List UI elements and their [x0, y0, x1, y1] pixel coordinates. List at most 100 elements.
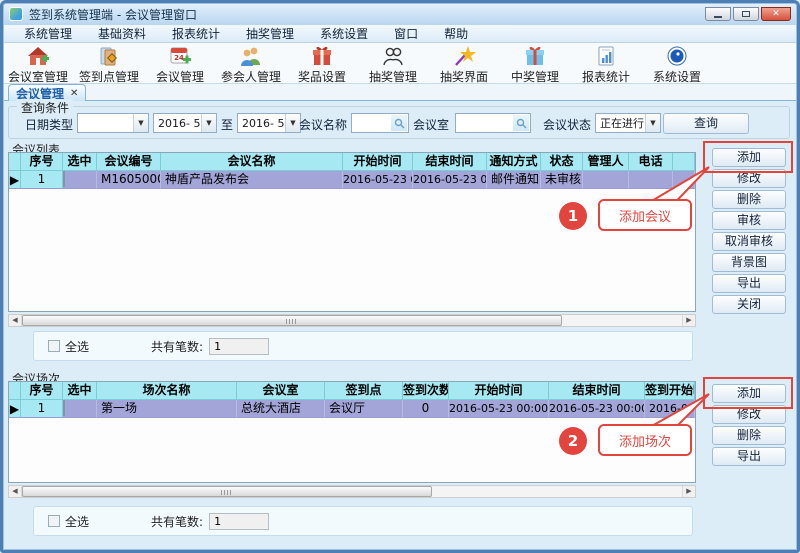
meeting-cancel-audit-button[interactable]: 取消审核 — [712, 232, 786, 251]
tab-close-icon[interactable]: ✕ — [70, 88, 78, 99]
session-export-button[interactable]: 导出 — [712, 447, 786, 466]
column-header[interactable]: 状态 — [541, 153, 583, 171]
toolbar-item-winner-mgmt[interactable]: 中奖管理 — [504, 45, 566, 85]
column-header[interactable]: 会议编号 — [97, 153, 161, 171]
callout-add-session: 添加场次 — [598, 424, 692, 456]
column-header[interactable]: 场次名称 — [97, 382, 237, 400]
magic-wand-icon — [452, 45, 476, 67]
chevron-down-icon: ▼ — [133, 114, 148, 132]
status-select[interactable]: 正在进行 ▼ — [595, 113, 661, 133]
toolbar-label: 会议管理 — [156, 68, 204, 85]
maximize-button[interactable] — [733, 7, 759, 21]
column-header[interactable]: 开始时间 — [449, 382, 549, 400]
total-count-field[interactable] — [209, 338, 269, 355]
toolbar-label: 抽奖界面 — [440, 68, 488, 85]
meeting-export-button[interactable]: 导出 — [712, 274, 786, 293]
sessions-hscrollbar[interactable]: ◀ ▶ — [8, 485, 696, 498]
row-checkbox[interactable] — [63, 171, 65, 187]
chevron-down-icon: ▼ — [285, 114, 300, 132]
toolbar-item-lottery-ui[interactable]: 抽奖界面 — [433, 45, 495, 85]
column-header[interactable]: 会议室 — [237, 382, 325, 400]
column-header[interactable]: 通知方式 — [487, 153, 541, 171]
toolbar-item-prize-setting[interactable]: 奖品设置 — [291, 45, 353, 85]
toolbar-item-lottery-mgmt[interactable]: 抽奖管理 — [362, 45, 424, 85]
meeting-name-input[interactable] — [352, 115, 391, 131]
menu-item-help[interactable]: 帮助 — [431, 25, 481, 42]
query-groupbox: 查询条件 日期类型 ▼ 2016- 5- 1 ▼ 至 2016- 5-23 ▼ … — [8, 106, 790, 139]
table-row[interactable]: ▶ 1 M16050001 神盾产品发布会 2016-05-23 00:00 2… — [9, 171, 695, 189]
search-button[interactable]: 查询 — [663, 113, 749, 134]
search-icon[interactable] — [513, 115, 529, 131]
close-button[interactable]: ✕ — [761, 7, 791, 21]
session-edit-button[interactable]: 修改 — [712, 405, 786, 424]
column-header[interactable]: 结束时间 — [549, 382, 645, 400]
menu-item-window[interactable]: 窗口 — [381, 25, 431, 42]
select-all-checkbox[interactable] — [48, 340, 60, 352]
menu-item-system-mgmt[interactable]: 系统管理 — [11, 25, 85, 42]
menu-item-lottery-mgmt[interactable]: 抽奖管理 — [233, 25, 307, 42]
session-delete-button[interactable]: 删除 — [712, 426, 786, 445]
scroll-left-icon[interactable]: ◀ — [9, 486, 22, 497]
select-all-label: 全选 — [65, 513, 89, 530]
select-all-checkbox[interactable] — [48, 515, 60, 527]
column-header[interactable]: 签到点 — [325, 382, 403, 400]
minimize-button[interactable] — [705, 7, 731, 21]
total-count-label: 共有笔数: — [151, 513, 203, 530]
session-add-button[interactable]: 添加 — [712, 384, 786, 403]
column-header[interactable]: 开始时间 — [343, 153, 413, 171]
toolbar-item-meeting-mgmt[interactable]: 24 会议管理 — [149, 45, 211, 85]
column-header[interactable]: 序号 — [21, 382, 63, 400]
toolbar-item-attendees[interactable]: 参会人管理 — [220, 45, 282, 85]
column-header[interactable]: 选中 — [63, 153, 97, 171]
row-checkbox[interactable] — [63, 400, 65, 416]
column-header[interactable]: 管理人 — [583, 153, 629, 171]
meeting-edit-button[interactable]: 修改 — [712, 169, 786, 188]
menu-item-basic-data[interactable]: 基础资料 — [85, 25, 159, 42]
room-input[interactable] — [456, 115, 513, 131]
scroll-left-icon[interactable]: ◀ — [9, 315, 22, 326]
scroll-right-icon[interactable]: ▶ — [682, 315, 695, 326]
scrollbar-thumb[interactable] — [22, 486, 432, 497]
meeting-delete-button[interactable]: 删除 — [712, 190, 786, 209]
column-header[interactable]: 签到次数 — [403, 382, 449, 400]
status-label: 会议状态 — [543, 116, 591, 133]
menu-item-report-stats[interactable]: 报表统计 — [159, 25, 233, 42]
meetings-table: 序号 选中 会议编号 会议名称 开始时间 结束时间 通知方式 状态 管理人 电话… — [8, 152, 696, 312]
toolbar-label: 参会人管理 — [221, 68, 281, 85]
search-icon[interactable] — [391, 115, 407, 131]
table-row[interactable]: ▶ 1 第一场 总统大酒店 会议厅 0 2016-05-23 00:00 201… — [9, 400, 695, 418]
maximize-icon — [742, 11, 750, 17]
date-to-picker[interactable]: 2016- 5-23 ▼ — [237, 113, 301, 133]
date-type-select[interactable]: ▼ — [77, 113, 149, 133]
scroll-right-icon[interactable]: ▶ — [682, 486, 695, 497]
column-header[interactable]: 会议名称 — [161, 153, 343, 171]
meeting-close-button[interactable]: 关闭 — [712, 295, 786, 314]
chevron-down-icon: ▼ — [645, 114, 660, 132]
column-header[interactable]: 序号 — [21, 153, 63, 171]
toolbar-item-system-settings[interactable]: 系统设置 — [646, 45, 708, 85]
step-badge-1: 1 — [559, 202, 587, 230]
row-indicator-icon: ▶ — [9, 400, 21, 418]
sessions-table: 序号 选中 场次名称 会议室 签到点 签到次数 开始时间 结束时间 签到开始时间… — [8, 381, 696, 483]
callout-add-meeting: 添加会议 — [598, 199, 692, 231]
toolbar-item-checkin-point[interactable]: 签到点管理 — [78, 45, 140, 85]
scrollbar-thumb[interactable] — [22, 315, 562, 326]
column-header[interactable]: 签到开始时间 — [645, 382, 695, 400]
meeting-audit-button[interactable]: 审核 — [712, 211, 786, 230]
toolbar-item-meeting-room[interactable]: 会议室管理 — [7, 45, 69, 85]
total-count-field[interactable] — [209, 513, 269, 530]
menu-item-system-settings[interactable]: 系统设置 — [307, 25, 381, 42]
column-header[interactable]: 结束时间 — [413, 153, 487, 171]
column-header[interactable]: 电话 — [629, 153, 673, 171]
meeting-background-button[interactable]: 背景图 — [712, 253, 786, 272]
report-icon — [594, 45, 618, 67]
meeting-add-button[interactable]: 添加 — [712, 148, 786, 167]
toolbar-item-report-stats[interactable]: 报表统计 — [575, 45, 637, 85]
toolbar-label: 奖品设置 — [298, 68, 346, 85]
column-header[interactable]: 选中 — [63, 382, 97, 400]
meetings-hscrollbar[interactable]: ◀ ▶ — [8, 314, 696, 327]
sessions-footer-strip: 全选 共有笔数: — [33, 506, 693, 536]
date-from-picker[interactable]: 2016- 5- 1 ▼ — [153, 113, 217, 133]
app-window: 签到系统管理端 - 会议管理窗口 ✕ 系统管理 基础资料 报表统计 抽奖管理 系… — [0, 0, 800, 553]
row-indicator-icon: ▶ — [9, 171, 21, 189]
